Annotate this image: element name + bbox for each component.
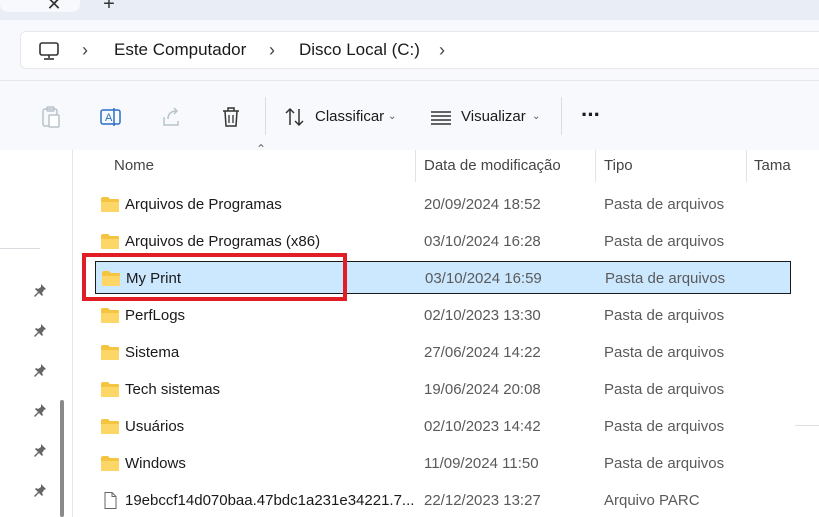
- table-row[interactable]: 19ebccf14d070baa.47bdc1a231e34221.7... 22…: [95, 484, 791, 517]
- file-icon: [100, 492, 120, 509]
- pin-icon[interactable]: [33, 403, 47, 417]
- row-date: 02/10/2023 13:30: [424, 307, 541, 324]
- row-date: 20/09/2024 18:52: [424, 196, 541, 213]
- more-options-button[interactable]: ···: [581, 102, 601, 128]
- column-divider[interactable]: [415, 150, 416, 182]
- row-date: 02/10/2023 14:42: [424, 418, 541, 435]
- row-type: Pasta de arquivos: [604, 196, 725, 213]
- table-row[interactable]: Sistema 27/06/2024 14:22 Pasta de arquivos: [95, 336, 791, 369]
- view-icon[interactable]: [430, 105, 452, 129]
- breadcrumb-separator[interactable]: ›: [82, 40, 88, 60]
- row-name: Usuários: [125, 418, 185, 435]
- svg-text:A: A: [105, 112, 113, 124]
- chevron-down-icon[interactable]: ⌄: [388, 111, 396, 122]
- column-divider[interactable]: [595, 150, 596, 182]
- tab-strip: ✕ +: [0, 0, 819, 20]
- folder-icon: [100, 455, 120, 472]
- folder-icon: [100, 418, 120, 435]
- row-type: Pasta de arquivos: [604, 233, 725, 250]
- address-area: › Este Computador › Disco Local (C:) ›: [0, 20, 819, 80]
- row-date: 11/09/2024 11:50: [424, 455, 539, 472]
- column-header-date[interactable]: Data de modificação: [424, 150, 561, 182]
- table-row[interactable]: Tech sistemas 19/06/2024 20:08 Pasta de ar…: [95, 373, 791, 406]
- row-type: Pasta de arquivos: [604, 418, 725, 435]
- chevron-down-icon[interactable]: ⌄: [532, 111, 540, 122]
- divider-line: [795, 425, 819, 426]
- pin-icon[interactable]: [33, 443, 47, 457]
- paste-icon[interactable]: [40, 105, 62, 129]
- sort-button[interactable]: Classificar: [315, 108, 384, 125]
- share-icon[interactable]: [160, 105, 182, 129]
- folder-icon: [100, 196, 120, 213]
- view-button[interactable]: Visualizar: [461, 108, 526, 125]
- row-type: Pasta de arquivos: [605, 270, 726, 287]
- breadcrumb-este-computador[interactable]: Este Computador: [114, 40, 246, 60]
- row-type: Pasta de arquivos: [604, 344, 725, 361]
- row-date: 22/12/2023 13:27: [424, 492, 541, 509]
- pin-icon[interactable]: [33, 483, 47, 497]
- folder-icon: [100, 381, 120, 398]
- pane-divider[interactable]: [72, 150, 73, 517]
- tab-current[interactable]: [0, 0, 80, 12]
- folder-icon: [100, 344, 120, 361]
- sort-ascending-icon: ⌃: [256, 142, 267, 156]
- table-row[interactable]: Windows 11/09/2024 11:50 Pasta de arquivos: [95, 447, 791, 480]
- navigation-pane: [0, 150, 73, 517]
- column-header-name[interactable]: Nome: [114, 150, 154, 182]
- row-date: 19/06/2024 20:08: [424, 381, 541, 398]
- column-header-type[interactable]: Tipo: [604, 150, 633, 182]
- row-name: Sistema: [125, 344, 180, 361]
- column-divider[interactable]: [746, 150, 747, 182]
- folder-icon: [100, 307, 120, 324]
- row-name: Arquivos de Programas: [125, 196, 282, 213]
- row-date: 03/10/2024 16:59: [425, 270, 542, 287]
- column-header-size[interactable]: Taman: [754, 150, 791, 182]
- nav-scrollbar[interactable]: [60, 400, 64, 517]
- toolbar-divider: [561, 97, 562, 135]
- row-type: Pasta de arquivos: [604, 455, 725, 472]
- breadcrumb-separator[interactable]: ›: [439, 40, 445, 60]
- command-bar: A Classificar ⌄ Visualizar ⌄ ···: [0, 80, 819, 150]
- delete-icon[interactable]: [220, 105, 242, 129]
- row-type: Arquivo PARC: [604, 492, 700, 509]
- vertical-scrollbar[interactable]: [791, 150, 819, 517]
- sort-icon[interactable]: [284, 105, 306, 129]
- nav-divider: [0, 248, 40, 249]
- row-name: Tech sistemas: [125, 381, 221, 398]
- close-tab-icon[interactable]: ✕: [44, 0, 64, 14]
- pin-icon[interactable]: [33, 363, 47, 377]
- row-type: Pasta de arquivos: [604, 381, 725, 398]
- row-name: 19ebccf14d070baa.47bdc1a231e34221.7...: [125, 492, 415, 509]
- annotation-highlight: [82, 253, 347, 301]
- breadcrumb-disco-local[interactable]: Disco Local (C:): [299, 40, 420, 60]
- address-bar[interactable]: › Este Computador › Disco Local (C:) ›: [20, 31, 819, 69]
- pin-icon[interactable]: [33, 283, 47, 297]
- rename-icon[interactable]: A: [99, 105, 123, 129]
- row-date: 03/10/2024 16:28: [424, 233, 541, 250]
- table-row[interactable]: PerfLogs 02/10/2023 13:30 Pasta de arquivo…: [95, 299, 791, 332]
- folder-icon: [100, 233, 120, 250]
- computer-icon[interactable]: [38, 41, 60, 61]
- new-tab-button[interactable]: +: [98, 0, 120, 14]
- row-name: Windows: [125, 455, 186, 472]
- row-type: Pasta de arquivos: [604, 307, 725, 324]
- row-date: 27/06/2024 14:22: [424, 344, 541, 361]
- table-row[interactable]: Usuários 02/10/2023 14:42 Pasta de arquivo…: [95, 410, 791, 443]
- toolbar-divider: [265, 97, 266, 135]
- row-name: PerfLogs: [125, 307, 186, 324]
- breadcrumb-separator[interactable]: ›: [269, 40, 275, 60]
- pin-icon[interactable]: [33, 323, 47, 337]
- table-row[interactable]: Arquivos de Programas 20/09/2024 18:52 Pas…: [95, 188, 791, 221]
